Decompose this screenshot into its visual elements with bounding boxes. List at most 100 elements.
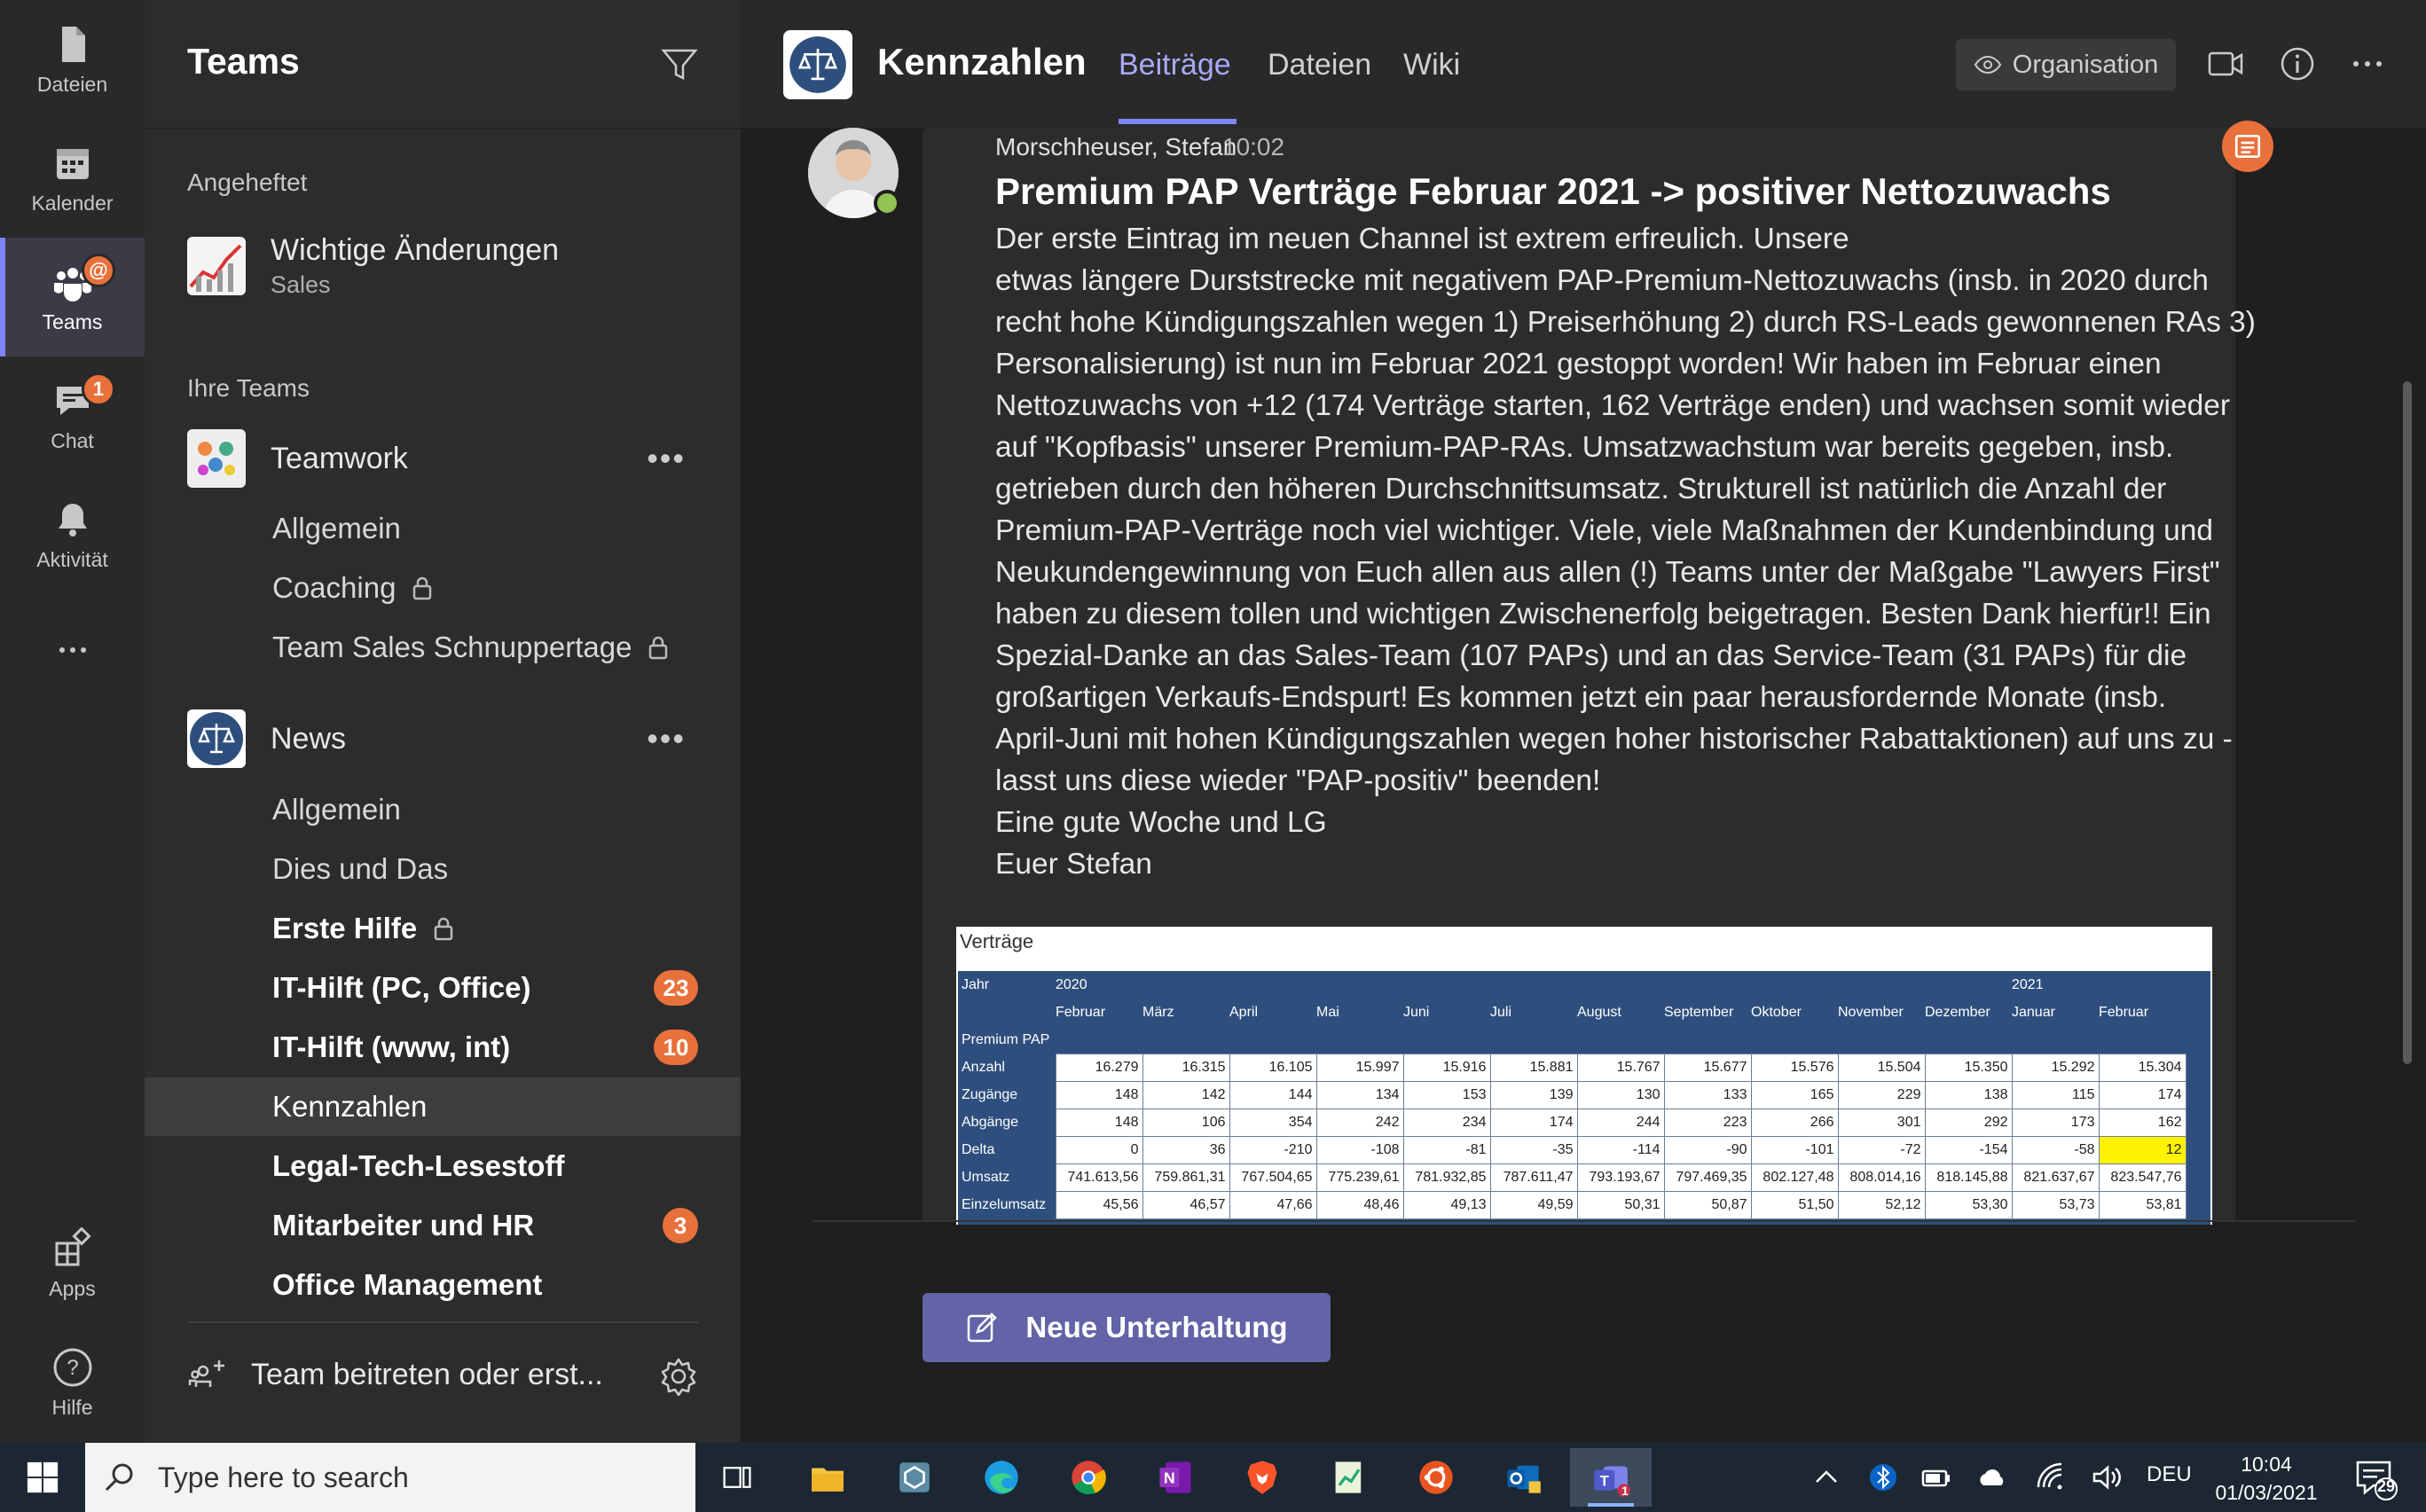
team-more-icon[interactable]: ••• (647, 720, 686, 757)
post-body: Der erste Eintrag im neuen Channel ist e… (995, 218, 2256, 885)
embedded-table-image[interactable]: Verträge Jahr 2020 2021 Februar März April Mai… (956, 927, 2212, 1225)
rail-item-teams[interactable]: Teams @ (0, 238, 145, 356)
teams-taskbar-icon[interactable]: T 1 (1570, 1448, 1652, 1507)
table-cell: 148 (1055, 1080, 1143, 1109)
chrome-icon[interactable] (1059, 1448, 1118, 1507)
task-view-icon[interactable] (708, 1448, 766, 1507)
channel-it-hilft-pc-office[interactable]: IT-Hilft (PC, Office) 23 (145, 959, 741, 1017)
clock[interactable]: 10:04 01/03/2021 (2209, 1450, 2324, 1507)
new-conversation-button[interactable]: Neue Unterhaltung (923, 1293, 1331, 1362)
table-cell: -81 (1402, 1135, 1491, 1164)
table-row: Abgänge 148 106 354 242 234 174 244 223 266 301 292… (958, 1108, 2187, 1137)
file-explorer-icon[interactable] (798, 1448, 857, 1507)
start-button[interactable] (0, 1443, 85, 1512)
channel-allgemein[interactable]: Allgemein (145, 780, 741, 839)
onedrive-icon[interactable] (1976, 1461, 2010, 1494)
post-author[interactable]: Morschheuser, Stefan (995, 133, 1237, 161)
new-conversation-label: Neue Unterhaltung (1025, 1311, 1288, 1344)
channel-office-management[interactable]: Office Management (145, 1256, 741, 1314)
app-settings-icon[interactable] (885, 1448, 944, 1507)
table-year-cell (1142, 971, 1229, 999)
bluetooth-icon[interactable] (1866, 1461, 1900, 1494)
more-options-icon[interactable] (2348, 44, 2387, 83)
table-section-cell (1490, 1026, 1577, 1054)
join-or-create-team[interactable]: Team beitreten oder erst... (187, 1355, 603, 1394)
channel-kennzahlen[interactable]: Kennzahlen (145, 1077, 741, 1136)
tab-beitraege[interactable]: Beiträge (1119, 48, 1231, 82)
table-cell: 16.279 (1055, 1053, 1143, 1082)
team-news[interactable]: News ••• (187, 708, 719, 770)
channel-allgemein[interactable]: Allgemein (145, 499, 741, 558)
panel-title: Teams (187, 41, 300, 82)
channel-legal-tech-lesestoff[interactable]: Legal-Tech-Lesestoff (145, 1137, 741, 1195)
channel-mitarbeiter-und-hr[interactable]: Mitarbeiter und HR 3 (145, 1196, 741, 1255)
wifi-icon[interactable] (2035, 1461, 2069, 1494)
edge-icon[interactable] (972, 1448, 1031, 1507)
pinned-channel[interactable]: Wichtige Änderungen Sales (187, 231, 719, 302)
table-cell: 173 (2011, 1108, 2100, 1137)
table-cell: 244 (1576, 1108, 1665, 1137)
table-cell: -114 (1576, 1135, 1665, 1164)
channel-logo (783, 30, 852, 99)
channel-erste-hilfe[interactable]: Erste Hilfe (145, 899, 741, 958)
channel-label: Erste Hilfe (272, 912, 418, 944)
notepad-icon[interactable] (1320, 1448, 1378, 1507)
join-label: Team beitreten oder erst... (251, 1357, 603, 1391)
table-cell: 15.292 (2011, 1053, 2100, 1082)
battery-icon[interactable] (1920, 1461, 1953, 1494)
rail-item-apps[interactable]: Apps (0, 1204, 145, 1323)
team-teamwork[interactable]: Teamwork ••• (187, 427, 719, 490)
rail-item-files[interactable]: Dateien (0, 0, 145, 119)
input-language[interactable]: DEU (2147, 1462, 2192, 1487)
team-logo-teamwork (187, 429, 246, 488)
rail-item-help[interactable]: ? Hilfe (0, 1323, 145, 1442)
tab-dateien[interactable]: Dateien (1268, 48, 1371, 82)
meet-icon[interactable] (2206, 44, 2245, 83)
lock-icon (434, 917, 453, 941)
organisation-label: Organisation (2012, 50, 2159, 79)
brave-icon[interactable] (1233, 1448, 1292, 1507)
taskbar-search[interactable]: Type here to search (85, 1443, 695, 1512)
onenote-icon[interactable]: N (1146, 1448, 1205, 1507)
channel-label: Legal-Tech-Lesestoff (272, 1149, 565, 1182)
tab-wiki[interactable]: Wiki (1403, 48, 1460, 82)
chevron-up-icon[interactable] (1810, 1461, 1843, 1494)
info-icon[interactable] (2278, 44, 2317, 83)
channel-it-hilft-www-int[interactable]: IT-Hilft (www, int) 10 (145, 1018, 741, 1077)
rail-item-calendar[interactable]: Kalender (0, 119, 145, 238)
table-cell: 162 (2098, 1108, 2187, 1137)
table-year-row: Jahr 2020 2021 (958, 971, 2186, 999)
channel-label: Dies und Das (272, 852, 449, 885)
filter-icon[interactable] (661, 46, 698, 83)
scrollbar[interactable] (2403, 381, 2412, 1064)
table-section-cell (2099, 1026, 2186, 1054)
highlighted-cell: 12 (2098, 1135, 2187, 1164)
gear-icon[interactable] (659, 1357, 698, 1396)
table-cell: -101 (1750, 1135, 1839, 1164)
bell-icon (58, 503, 87, 537)
channel-team-sales-schnuppertage[interactable]: Team Sales Schnuppertage (145, 618, 741, 677)
volume-icon[interactable] (2090, 1461, 2124, 1494)
organisation-button[interactable]: Organisation (1956, 39, 2176, 90)
table-cell: 148 (1055, 1108, 1143, 1137)
notification-center-icon[interactable]: 29 (2352, 1455, 2399, 1501)
table-cell: 53,81 (2098, 1190, 2187, 1219)
table-cell: 49,59 (1489, 1190, 1578, 1219)
outlook-icon[interactable] (1494, 1448, 1552, 1507)
windows-taskbar: Type here to search N T 1 DEU 10:04 01/0… (0, 1443, 2426, 1512)
rail-item-activity[interactable]: Aktivität (0, 475, 145, 594)
channel-coaching[interactable]: Coaching (145, 559, 741, 617)
table-row-label: Anzahl (958, 1054, 1056, 1081)
search-icon (105, 1463, 133, 1492)
rail-item-chat[interactable]: Chat 1 (0, 356, 145, 475)
channel-label: Kennzahlen (272, 1090, 428, 1123)
table-cell: 46,57 (1142, 1190, 1230, 1219)
channel-dies-und-das[interactable]: Dies und Das (145, 840, 741, 898)
ubuntu-icon[interactable] (1407, 1448, 1465, 1507)
post-line: Der erste Eintrag im neuen Channel ist e… (995, 223, 1849, 255)
table-year-label: Jahr (958, 971, 1056, 999)
teams-app: Dateien Kalender Teams @ Chat 1 Aktivitä… (0, 0, 2426, 1512)
table-cell: 52,12 (1837, 1190, 1926, 1219)
team-more-icon[interactable]: ••• (647, 440, 686, 477)
rail-item-more[interactable] (0, 594, 145, 713)
